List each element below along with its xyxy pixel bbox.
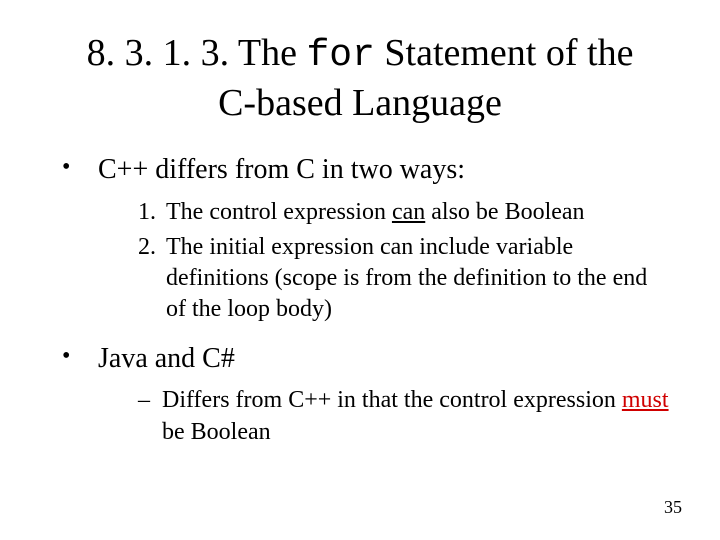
bullet-item-2: Java and C# Differs from C++ in that the… <box>62 340 670 448</box>
slide: 8. 3. 1. 3. The for Statement of the C-b… <box>0 0 720 540</box>
dash1-red: must <box>622 387 669 413</box>
dash-item-1: Differs from C++ in that the control exp… <box>138 385 670 447</box>
dash1-pre: Differs from C++ in that the control exp… <box>162 387 622 413</box>
dash-list: Differs from C++ in that the control exp… <box>98 385 670 447</box>
bullet-2-text: Java and C# <box>98 343 235 374</box>
title-prefix: 8. 3. 1. 3. The <box>87 32 307 74</box>
bullet-list: C++ differs from C in two ways: The cont… <box>62 151 670 448</box>
numbered-item-1: The control expression can also be Boole… <box>162 197 670 228</box>
numbered-item-2: The initial expression can include varia… <box>162 232 670 326</box>
title-code: for <box>306 34 374 77</box>
dash1-post: be Boolean <box>162 419 271 445</box>
num2-pre: The initial expression can include varia… <box>166 234 647 322</box>
bullet-item-1: C++ differs from C in two ways: The cont… <box>62 151 670 326</box>
slide-title: 8. 3. 1. 3. The for Statement of the C-b… <box>70 30 650 127</box>
num1-pre: The control expression <box>166 199 392 225</box>
num1-post: also be Boolean <box>425 199 584 225</box>
bullet-1-text: C++ differs from C in two ways: <box>98 154 465 185</box>
numbered-list: The control expression can also be Boole… <box>98 197 670 326</box>
num1-underline: can <box>392 199 425 225</box>
page-number: 35 <box>664 497 682 518</box>
